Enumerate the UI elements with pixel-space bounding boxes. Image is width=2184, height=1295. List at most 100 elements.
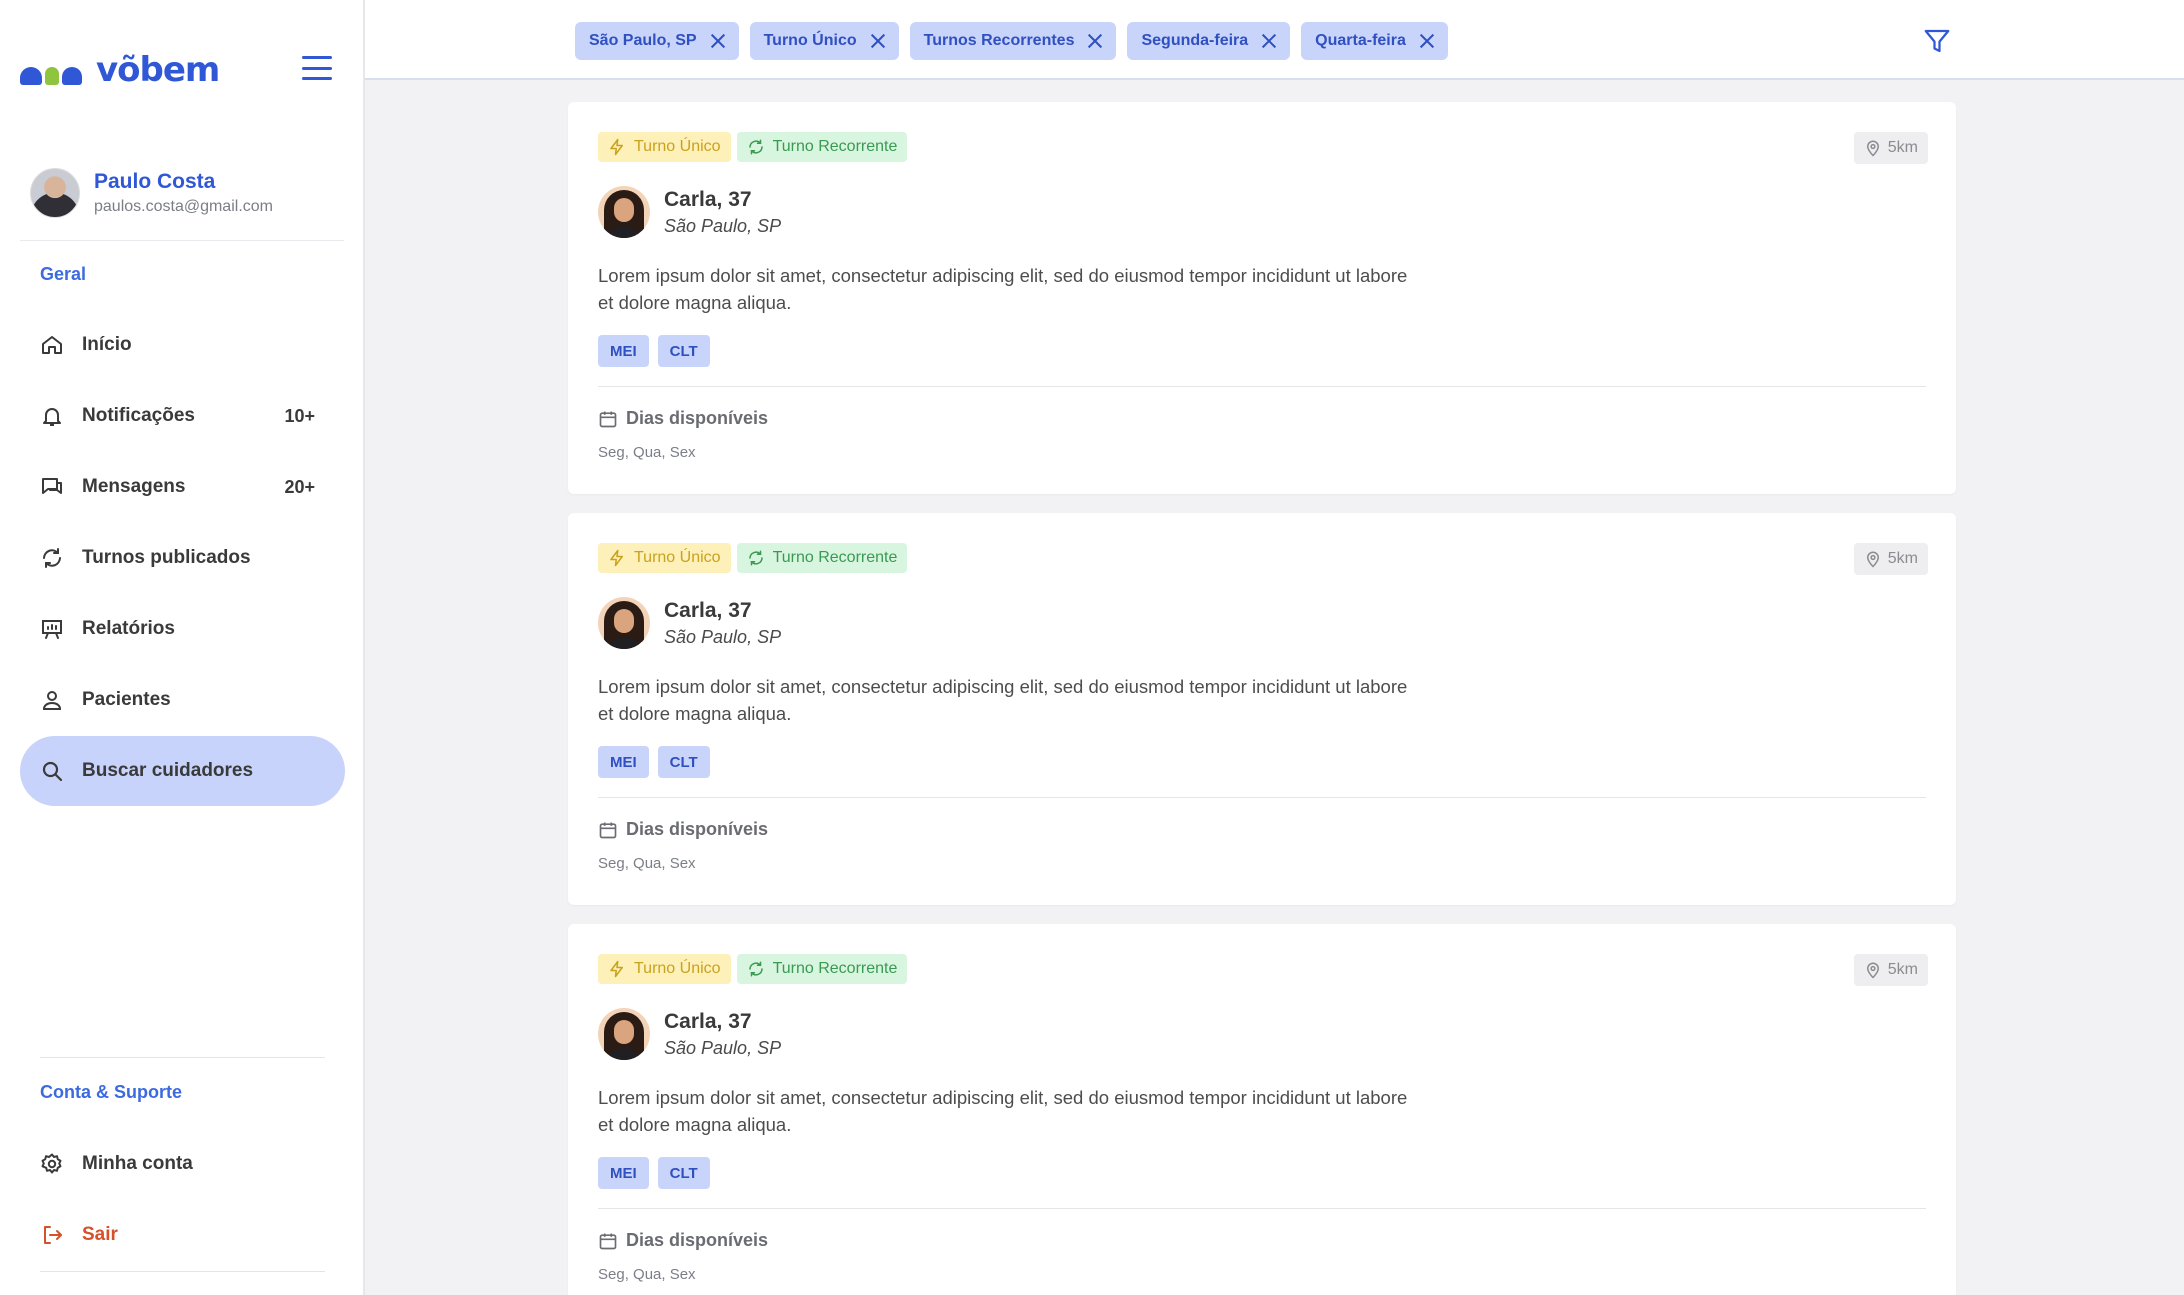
sidebar-item-label: Sair — [82, 1224, 118, 1245]
filter-icon[interactable] — [1922, 26, 1952, 56]
active-filters: São Paulo, SP Turno Único Turnos Recorre… — [575, 22, 1448, 60]
avatar — [598, 1008, 650, 1060]
available-days-label: Dias disponíveis — [626, 819, 769, 839]
sidebar-item-notificacoes[interactable]: Notificações 10+ — [20, 381, 345, 451]
lightning-icon — [610, 960, 623, 978]
close-icon[interactable] — [711, 34, 725, 48]
sidebar-item-label: Minha conta — [82, 1153, 193, 1174]
sidebar-item-label: Relatórios — [82, 618, 175, 639]
badge-label: Turno Único — [634, 138, 721, 155]
refresh-icon — [748, 961, 763, 977]
sidebar-item-turnos-publicados[interactable]: Turnos publicados — [20, 523, 345, 593]
filter-chip[interactable]: São Paulo, SP — [575, 22, 739, 60]
sidebar-item-label: Pacientes — [82, 689, 171, 710]
available-days-label: Dias disponíveis — [626, 1230, 769, 1250]
lightning-icon — [610, 549, 623, 567]
sidebar: võbem Paulo Costa paulos.costa@gmail.com… — [0, 0, 365, 1295]
filter-chip-label: Turnos Recorrentes — [923, 32, 1075, 49]
user-email: paulos.costa@gmail.com — [94, 198, 273, 215]
contract-tag: MEI — [598, 1157, 649, 1189]
bell-icon — [40, 404, 64, 428]
users-icon — [40, 688, 64, 712]
section-label-general: Geral — [40, 264, 87, 284]
user-profile[interactable]: Paulo Costa paulos.costa@gmail.com — [30, 168, 273, 218]
caregiver-info: Carla, 37 São Paulo, SP — [598, 186, 781, 238]
refresh-icon — [748, 139, 763, 155]
user-name: Paulo Costa — [94, 170, 216, 193]
badge-single-shift: Turno Único — [598, 954, 731, 984]
caregiver-card[interactable]: Turno Único Turno Recorrente 5km Carla, … — [568, 513, 1956, 905]
refresh-icon — [40, 546, 64, 570]
divider — [20, 240, 344, 241]
sidebar-item-minha-conta[interactable]: Minha conta — [20, 1129, 345, 1199]
chat-icon — [40, 475, 64, 499]
logo-mark — [20, 55, 82, 85]
section-label-account: Conta & Suporte — [40, 1082, 182, 1102]
shift-badges: Turno Único Turno Recorrente — [598, 954, 908, 984]
caregiver-card[interactable]: Turno Único Turno Recorrente 5km Carla, … — [568, 924, 1956, 1295]
contract-tag: CLT — [657, 746, 710, 778]
sidebar-item-inicio[interactable]: Início — [20, 310, 345, 380]
search-icon — [40, 759, 64, 783]
filter-chip-label: São Paulo, SP — [589, 32, 697, 49]
caregiver-city: São Paulo, SP — [664, 1037, 782, 1058]
divider — [598, 1208, 1926, 1209]
badge-label: Turno Recorrente — [772, 138, 898, 155]
contract-tag: CLT — [657, 335, 710, 367]
available-days-title: Dias disponíveis — [598, 1230, 768, 1251]
close-icon[interactable] — [1420, 34, 1434, 48]
contract-tags: MEI CLT — [598, 335, 710, 367]
refresh-icon — [748, 550, 763, 566]
caregiver-info: Carla, 37 São Paulo, SP — [598, 1008, 781, 1060]
divider — [598, 386, 1926, 387]
avatar — [598, 186, 650, 238]
available-days-title: Dias disponíveis — [598, 819, 768, 840]
badge-label: Turno Recorrente — [772, 549, 898, 566]
badge-label: Turno Recorrente — [772, 960, 898, 977]
filter-chip-label: Quarta-feira — [1315, 32, 1406, 49]
caregiver-card[interactable]: Turno Único Turno Recorrente 5km Carla, … — [568, 102, 1956, 494]
brand-logo[interactable]: võbem — [20, 50, 220, 90]
shift-badges: Turno Único Turno Recorrente — [598, 543, 908, 573]
logout-icon — [40, 1223, 64, 1247]
distance-value: 5km — [1887, 550, 1918, 567]
sidebar-item-buscar-cuidadores[interactable]: Buscar cuidadores — [20, 736, 345, 806]
shift-badges: Turno Único Turno Recorrente — [598, 132, 908, 162]
close-icon[interactable] — [871, 34, 885, 48]
filter-chip[interactable]: Turno Único — [749, 22, 899, 60]
caregiver-name: Carla, 37 — [664, 1009, 752, 1033]
caregiver-description: Lorem ipsum dolor sit amet, consectetur … — [598, 676, 1408, 724]
divider — [598, 797, 1926, 798]
sidebar-item-label: Mensagens — [82, 476, 186, 497]
gear-icon — [40, 1152, 64, 1176]
badge-single-shift: Turno Único — [598, 543, 731, 573]
contract-tags: MEI CLT — [598, 746, 710, 778]
available-days-title: Dias disponíveis — [598, 408, 768, 429]
close-icon[interactable] — [1088, 34, 1102, 48]
available-days-value: Seg, Qua, Sex — [598, 1266, 696, 1283]
location-pin-icon — [1866, 551, 1879, 568]
lightning-icon — [610, 138, 623, 156]
sidebar-item-sair[interactable]: Sair — [20, 1200, 345, 1270]
filter-chip[interactable]: Turnos Recorrentes — [909, 22, 1117, 60]
hamburger-menu-icon[interactable] — [302, 56, 332, 80]
sidebar-item-label: Notificações — [82, 405, 195, 426]
sidebar-item-relatorios[interactable]: Relatórios — [20, 594, 345, 664]
close-icon[interactable] — [1262, 34, 1276, 48]
notification-count-badge: 10+ — [284, 405, 315, 426]
caregiver-description: Lorem ipsum dolor sit amet, consectetur … — [598, 265, 1408, 313]
sidebar-item-pacientes[interactable]: Pacientes — [20, 665, 345, 735]
calendar-icon — [599, 411, 617, 427]
location-pin-icon — [1866, 962, 1879, 979]
available-days-label: Dias disponíveis — [626, 408, 769, 428]
available-days-value: Seg, Qua, Sex — [598, 444, 696, 461]
filter-chip-label: Turno Único — [763, 32, 857, 49]
calendar-icon — [599, 1233, 617, 1249]
caregiver-city: São Paulo, SP — [664, 215, 782, 236]
filter-chip[interactable]: Quarta-feira — [1301, 22, 1448, 60]
available-days-value: Seg, Qua, Sex — [598, 855, 696, 872]
distance-value: 5km — [1887, 961, 1918, 978]
filter-chip[interactable]: Segunda-feira — [1127, 22, 1291, 60]
distance-badge: 5km — [1853, 954, 1928, 986]
sidebar-item-mensagens[interactable]: Mensagens 20+ — [20, 452, 345, 522]
